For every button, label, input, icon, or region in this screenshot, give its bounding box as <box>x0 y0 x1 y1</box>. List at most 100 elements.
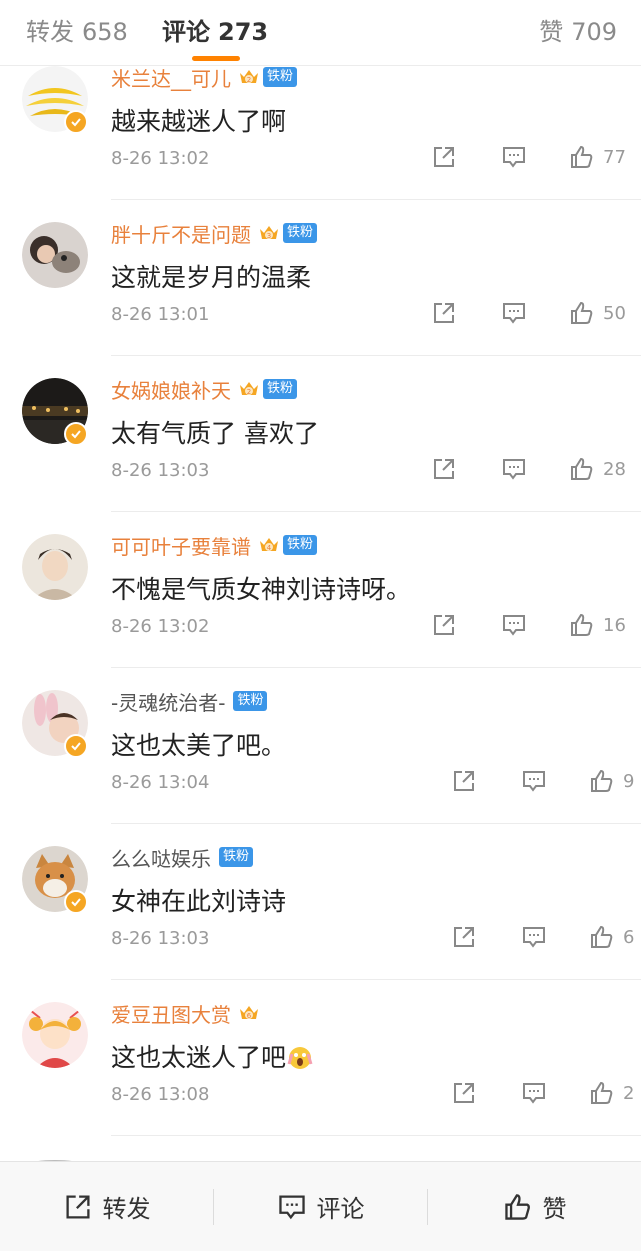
thumbs-up-icon <box>591 769 613 792</box>
share-button[interactable] <box>431 296 457 330</box>
repost-label: 转发 <box>102 1195 151 1223</box>
tab-like[interactable]: 赞 709 <box>539 12 617 47</box>
divider <box>111 1135 641 1136</box>
username[interactable]: 爱豆丑图大赏 <box>111 999 231 1028</box>
comment-button[interactable]: 评论 <box>214 1162 427 1251</box>
tab-like-label: 赞 <box>539 18 564 46</box>
comment-item: 爱豆丑图大赏 6 这也太迷人了吧 8-26 13:08 2 <box>0 980 641 1136</box>
fan-badge: 铁粉 <box>263 379 298 399</box>
avatar[interactable] <box>22 1002 88 1068</box>
tab-comment-label: 评论 <box>162 18 210 46</box>
share-button[interactable] <box>451 920 477 954</box>
comment-time: 8-26 13:02 <box>111 616 210 637</box>
comment-text: 这也太美了吧。 <box>111 731 287 760</box>
comment-text: 不愧是气质女神刘诗诗呀。 <box>111 575 412 604</box>
verified-icon <box>64 422 88 446</box>
comment-text: 越来越迷人了啊 <box>111 107 287 136</box>
comment-icon <box>523 927 545 948</box>
share-button[interactable] <box>451 764 477 798</box>
svg-text:3: 3 <box>267 232 271 240</box>
comment-icon <box>523 1083 545 1104</box>
tab-bar: 转发 658 评论 273 赞 709 <box>0 0 641 66</box>
comment-icon <box>503 147 525 168</box>
tab-like-count: 709 <box>571 18 617 46</box>
comment-time: 8-26 13:02 <box>111 148 210 169</box>
username[interactable]: -灵魂统治者- <box>111 687 225 716</box>
reply-button[interactable] <box>501 608 527 642</box>
thumbs-up-icon <box>571 301 593 324</box>
comment-item: 胖十斤不是问题 3 铁粉 这就是岁月的温柔 8-26 13:01 50 <box>0 200 641 356</box>
comment-label: 评论 <box>316 1195 365 1223</box>
svg-text:2: 2 <box>247 76 251 84</box>
like-button[interactable]: 16 <box>569 608 626 642</box>
avatar[interactable] <box>22 222 88 288</box>
repost-button[interactable]: 转发 <box>0 1162 213 1251</box>
share-icon <box>65 1194 90 1219</box>
username[interactable]: 女娲娘娘补天 <box>111 375 231 404</box>
crown-icon: 4 <box>260 538 278 552</box>
username[interactable]: 胖十斤不是问题 <box>111 219 251 248</box>
comment-time: 8-26 13:03 <box>111 928 210 949</box>
fan-badge: 铁粉 <box>233 691 268 711</box>
like-count: 6 <box>623 926 635 948</box>
share-icon <box>434 459 454 479</box>
reply-button[interactable] <box>501 452 527 486</box>
thumbs-up-icon <box>591 925 613 948</box>
like-button[interactable]: 50 <box>569 296 626 330</box>
fan-badge: 铁粉 <box>219 847 254 867</box>
avatar[interactable] <box>22 534 88 600</box>
tab-repost[interactable]: 转发 658 <box>26 12 128 47</box>
verified-icon <box>64 890 88 914</box>
like-button[interactable]: 赞 <box>428 1162 641 1251</box>
share-button[interactable] <box>431 608 457 642</box>
like-count: 28 <box>603 458 626 480</box>
thumbs-up-icon <box>571 457 593 480</box>
comment-text: 太有气质了 喜欢了 <box>111 419 319 448</box>
reply-button[interactable] <box>521 1076 547 1110</box>
svg-text:4: 4 <box>267 544 272 552</box>
comment-text: 女神在此刘诗诗 <box>111 887 287 916</box>
like-count: 2 <box>623 1082 635 1104</box>
comment-text-content: 这也太迷人了吧 <box>111 1043 287 1072</box>
reply-button[interactable] <box>521 920 547 954</box>
comment-time: 8-26 13:08 <box>111 1084 210 1105</box>
thumbs-up-icon <box>571 613 593 636</box>
comment-item: 女娲娘娘补天 2 铁粉 太有气质了 喜欢了 8-26 13:03 28 <box>0 356 641 512</box>
comment-text: 这也太迷人了吧 <box>111 1038 314 1074</box>
comment-time: 8-26 13:03 <box>111 460 210 481</box>
username[interactable]: 可可叶子要靠谱 <box>111 531 251 560</box>
drawn-man-avatar-image <box>22 534 88 600</box>
like-label: 赞 <box>542 1195 567 1223</box>
username[interactable]: 米兰达__可儿 <box>111 66 231 92</box>
like-count: 9 <box>623 770 635 792</box>
comment-item: 米兰达__可儿 2 铁粉 越来越迷人了啊 8-26 13:02 77 <box>0 66 641 200</box>
comment-icon <box>503 303 525 324</box>
like-button[interactable]: 6 <box>589 920 634 954</box>
svg-text:6: 6 <box>247 1012 252 1020</box>
share-button[interactable] <box>451 1076 477 1110</box>
share-button[interactable] <box>431 452 457 486</box>
comment-icon <box>523 771 545 792</box>
like-count: 16 <box>603 614 626 636</box>
share-icon <box>454 771 474 791</box>
like-button[interactable]: 2 <box>589 1076 634 1110</box>
like-button[interactable]: 77 <box>569 140 626 174</box>
reply-button[interactable] <box>521 764 547 798</box>
tab-comment-count: 273 <box>218 18 269 46</box>
fan-badge: 铁粉 <box>283 223 318 243</box>
thumbs-up-icon <box>504 1193 530 1220</box>
tab-repost-count: 658 <box>82 18 128 46</box>
tab-comment[interactable]: 评论 273 <box>162 12 268 47</box>
comment-icon <box>278 1194 305 1219</box>
thumbs-up-icon <box>571 145 593 168</box>
like-button[interactable]: 9 <box>589 764 634 798</box>
reply-button[interactable] <box>501 140 527 174</box>
scream-emoji-icon <box>287 1047 313 1069</box>
verified-icon <box>64 110 88 134</box>
comment-item: -灵魂统治者- 铁粉 这也太美了吧。 8-26 13:04 9 <box>0 668 641 824</box>
like-button[interactable]: 28 <box>569 452 626 486</box>
share-button[interactable] <box>431 140 457 174</box>
cartoon-girl-avatar-image <box>22 1002 88 1068</box>
username[interactable]: 么么哒娱乐 <box>111 843 211 872</box>
reply-button[interactable] <box>501 296 527 330</box>
